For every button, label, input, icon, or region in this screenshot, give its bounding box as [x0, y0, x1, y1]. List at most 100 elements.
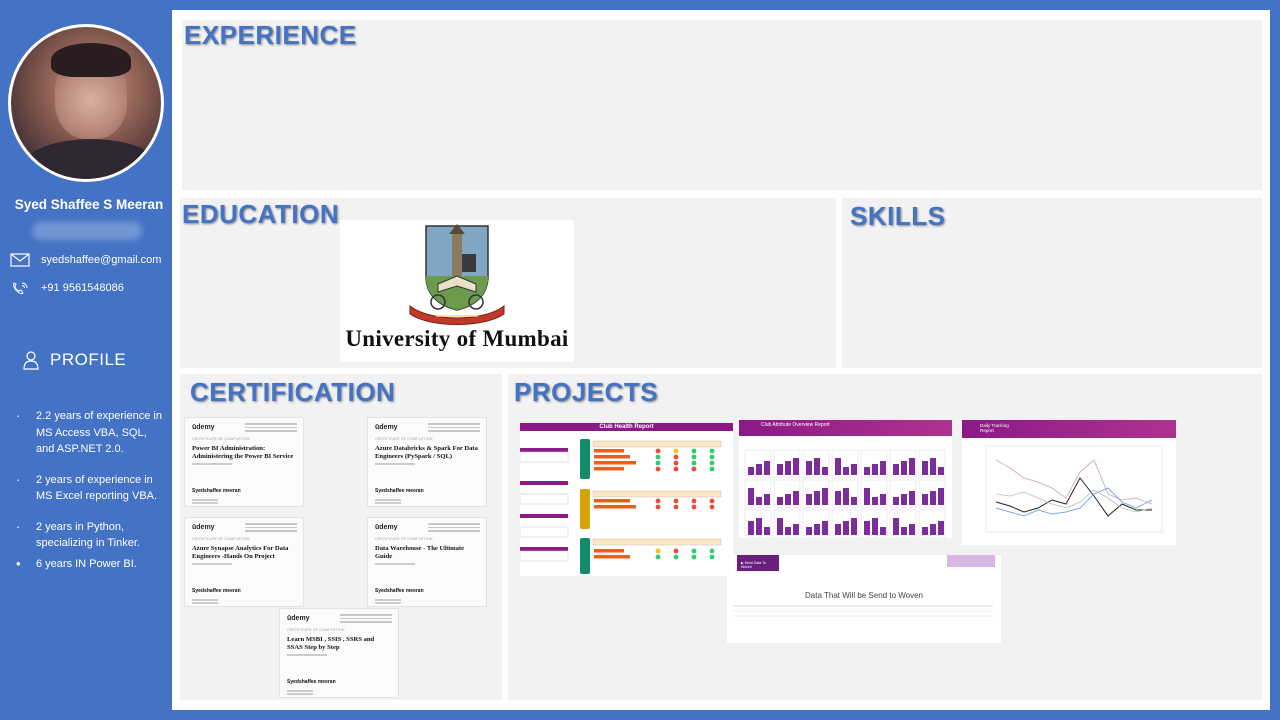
woven-report-thumbnail[interactable]: ▶ Send Data To Woven Data That Will be S… [727, 555, 1001, 643]
mini-bar [785, 494, 791, 505]
woven-date-filter[interactable] [947, 555, 995, 567]
certificate-card[interactable]: ūdemy CERTIFICATE OF COMPLETION Learn MS… [279, 608, 399, 698]
status-dot [709, 504, 715, 510]
status-dot [655, 498, 661, 504]
phone-row: +91 9561548086 [10, 281, 124, 295]
mini-bar [806, 461, 812, 475]
mini-bar [764, 527, 770, 535]
daily-tracking-report-thumbnail[interactable]: Daily Tracking Report [962, 420, 1176, 545]
status-dot [691, 504, 697, 510]
daily-tracking-title: Daily Tracking Report [980, 423, 1009, 434]
mini-bar [806, 527, 812, 535]
mini-bar [851, 518, 857, 535]
status-dot [691, 498, 697, 504]
sidebar: Syed Shaffee S Meeran syedshaffee@gmail.… [0, 0, 172, 720]
mini-bar [893, 464, 899, 475]
certificate-title: Power BI Administration: Administering t… [192, 445, 294, 460]
kpi-bar [594, 549, 624, 553]
status-dot [655, 460, 661, 466]
university-name: University of Mumbai [345, 326, 569, 351]
status-dot [691, 460, 697, 466]
kpi-bar [594, 467, 624, 471]
mini-bar [806, 494, 812, 505]
kpi-bar [594, 461, 636, 465]
mini-bar [835, 458, 841, 475]
woven-table [733, 605, 993, 617]
email-icon [10, 253, 30, 267]
club-attribute-header: Club Attribute Overview Report [739, 420, 952, 436]
mini-bar [785, 527, 791, 535]
profile-list: 2.2 years of experience in MS Access VBA… [16, 408, 166, 586]
mini-bar [851, 464, 857, 475]
mini-bar [930, 524, 936, 535]
kpi-bar [594, 499, 630, 503]
mini-bar [814, 524, 820, 535]
mini-bar [864, 521, 870, 535]
club-health-grid [520, 439, 722, 574]
status-dot [655, 504, 661, 510]
skills-title: SKILLS [850, 201, 946, 231]
certificate-holder: Syedshaffee meeran [375, 488, 424, 494]
mini-bar [835, 524, 841, 535]
mini-bar [822, 521, 828, 535]
mini-bar [851, 497, 857, 505]
skills-card: SKILLS [842, 198, 1262, 368]
status-dot [691, 548, 697, 554]
mini-bar [901, 527, 907, 535]
mini-bar [901, 494, 907, 505]
name-glow [32, 222, 142, 240]
status-dot [709, 454, 715, 460]
profile-name: Syed Shaffee S Meeran [14, 197, 164, 212]
mini-bar [843, 521, 849, 535]
mini-bar [835, 491, 841, 505]
mini-bar [793, 491, 799, 505]
certificate-card[interactable]: ūdemy CERTIFICATE OF COMPLETION Power BI… [184, 417, 304, 507]
mini-bar [764, 461, 770, 475]
email-text[interactable]: syedshaffee@gmail.com [41, 254, 161, 266]
university-logo: University of Mumbai [340, 220, 574, 362]
certificate-card[interactable]: ūdemy CERTIFICATE OF COMPLETION Azure Da… [367, 417, 487, 507]
status-dot [673, 554, 679, 560]
phone-text: +91 9561548086 [41, 282, 124, 294]
daily-tracking-header: Daily Tracking Report [962, 420, 1176, 438]
email-row: syedshaffee@gmail.com [10, 253, 161, 267]
mini-bar [922, 461, 928, 475]
phone-icon [13, 282, 28, 295]
profile-title: PROFILE [50, 350, 127, 369]
mini-bar [756, 497, 762, 505]
mini-bar [909, 458, 915, 475]
club-health-report-thumbnail[interactable]: Club Health Report [520, 423, 733, 576]
mini-bar [756, 518, 762, 535]
mini-bar [901, 461, 907, 475]
certificate-holder: Syedshaffee meeran [375, 588, 424, 594]
mini-bar [843, 467, 849, 475]
status-dot [691, 454, 697, 460]
list-item: 2.2 years of experience in MS Access VBA… [16, 408, 166, 458]
woven-send-button[interactable]: ▶ Send Data To Woven [737, 555, 779, 571]
kpi-bar [594, 555, 630, 559]
status-dot [709, 466, 715, 472]
status-dot [709, 548, 715, 554]
status-dot [673, 460, 679, 466]
experience-card: EXPERIENCE [182, 20, 1262, 190]
club-attribute-title: Club Attribute Overview Report [761, 422, 830, 428]
status-dot [691, 466, 697, 472]
status-dot [709, 448, 715, 454]
profile-heading: PROFILE [22, 350, 126, 370]
avatar [8, 24, 164, 182]
mini-bar [922, 494, 928, 505]
certificate-card[interactable]: ūdemy CERTIFICATE OF COMPLETION Azure Sy… [184, 517, 304, 607]
mini-bar [785, 461, 791, 475]
certificate-title: Learn MSBI , SSIS , SSRS and SSAS Step b… [287, 636, 375, 651]
certificate-card[interactable]: ūdemy CERTIFICATE OF COMPLETION Data War… [367, 517, 487, 607]
certificate-holder: Syedshaffee meeran [192, 588, 241, 594]
mini-bar [930, 458, 936, 475]
mini-bar [822, 467, 828, 475]
mini-bar [872, 497, 878, 505]
status-dot [673, 448, 679, 454]
mini-bar [822, 488, 828, 505]
mini-bar [864, 488, 870, 505]
club-attribute-report-thumbnail[interactable]: Club Attribute Overview Report [739, 420, 952, 538]
mini-bar [748, 521, 754, 535]
education-title: EDUCATION [182, 199, 340, 229]
